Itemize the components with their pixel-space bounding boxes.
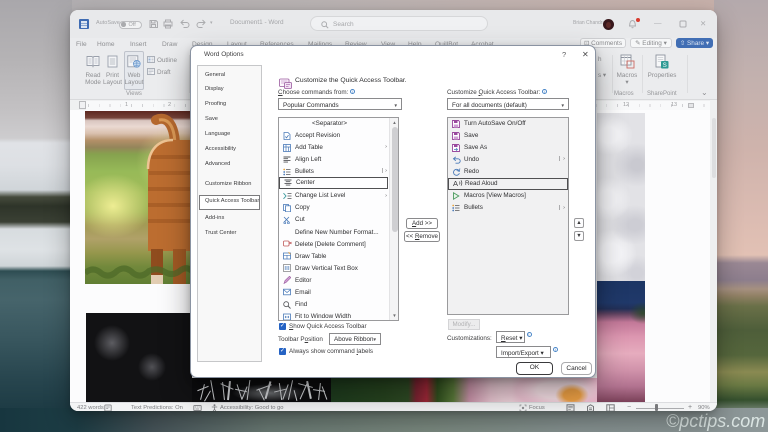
svg-text:S: S — [663, 63, 667, 69]
svg-text:A: A — [453, 179, 458, 187]
